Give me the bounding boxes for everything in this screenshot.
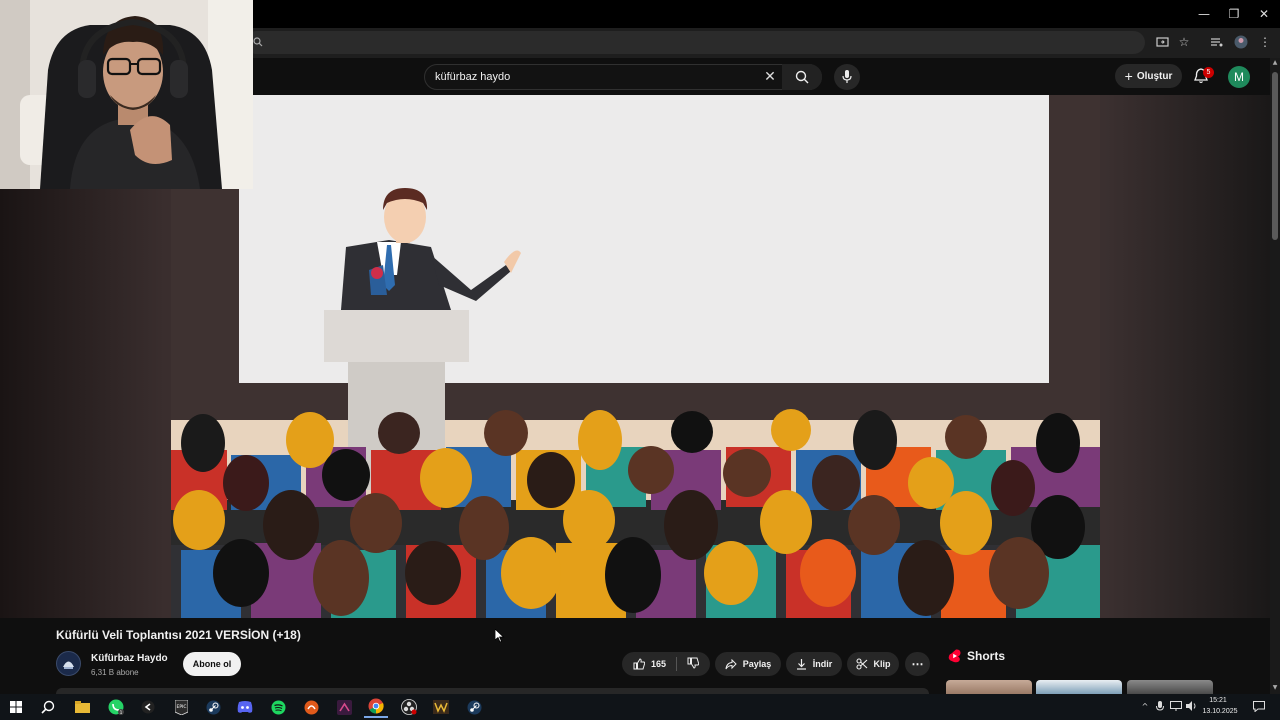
notification-badge: 5 bbox=[1203, 67, 1214, 78]
profile-icon[interactable] bbox=[1233, 34, 1249, 50]
obs-icon[interactable] bbox=[397, 696, 421, 718]
more-actions-button[interactable]: ⋯ bbox=[905, 652, 930, 676]
search-input[interactable] bbox=[425, 71, 745, 83]
shorts-label: Shorts bbox=[967, 649, 1006, 663]
game-app-icon[interactable] bbox=[136, 696, 160, 718]
scissors-icon bbox=[855, 658, 867, 670]
file-explorer-icon[interactable] bbox=[70, 696, 94, 718]
search-button[interactable] bbox=[782, 64, 822, 90]
network-icon[interactable] bbox=[1170, 700, 1182, 712]
channel-avatar[interactable] bbox=[56, 651, 81, 676]
download-button[interactable]: İndir bbox=[786, 652, 842, 676]
address-bar[interactable] bbox=[245, 31, 1145, 54]
plus-icon: + bbox=[1124, 68, 1133, 84]
clock-date[interactable]: 13.10.2025 bbox=[1200, 708, 1240, 715]
share-label: Paylaş bbox=[742, 659, 772, 669]
short-thumbnail[interactable] bbox=[1036, 680, 1122, 694]
clock-time[interactable]: 15:21 bbox=[1200, 697, 1236, 704]
podium-top bbox=[324, 310, 469, 362]
microphone-icon bbox=[842, 70, 852, 83]
more-icon: ⋯ bbox=[911, 657, 924, 671]
scroll-up-icon[interactable]: ▲ bbox=[1271, 59, 1279, 67]
short-thumbnail[interactable] bbox=[1127, 680, 1213, 694]
tray-chevron-icon[interactable]: ^ bbox=[1139, 700, 1151, 712]
chrome-icon[interactable] bbox=[364, 696, 388, 718]
create-button[interactable]: + Oluştur bbox=[1115, 64, 1182, 88]
game-launcher-icon[interactable] bbox=[299, 696, 323, 718]
mouse-cursor-icon bbox=[495, 629, 505, 643]
windows-start-icon[interactable] bbox=[4, 696, 28, 718]
video-frame[interactable] bbox=[171, 95, 1100, 618]
scroll-down-icon[interactable]: ▼ bbox=[1271, 684, 1279, 692]
restore-button[interactable]: ❐ bbox=[1219, 0, 1249, 28]
clip-button[interactable]: Klip bbox=[847, 652, 899, 676]
subscribe-button[interactable]: Abone ol bbox=[183, 652, 241, 676]
scrollbar-thumb[interactable] bbox=[1272, 72, 1278, 240]
thumbs-up-icon bbox=[633, 658, 645, 670]
steam-icon-2[interactable] bbox=[462, 696, 486, 718]
media-app-icon[interactable] bbox=[332, 696, 356, 718]
thumbs-down-icon bbox=[687, 657, 700, 669]
create-label: Oluştur bbox=[1136, 70, 1173, 82]
svg-text:EPIC: EPIC bbox=[176, 704, 186, 710]
discord-icon[interactable] bbox=[233, 696, 257, 718]
shorts-header: Shorts bbox=[948, 649, 1005, 663]
notification-center-icon[interactable] bbox=[1252, 699, 1266, 713]
clear-search-icon[interactable]: ✕ bbox=[762, 69, 778, 85]
divider bbox=[676, 657, 678, 671]
install-app-icon[interactable] bbox=[1154, 34, 1170, 50]
like-button[interactable]: 165 bbox=[633, 658, 666, 670]
minimize-button[interactable]: — bbox=[1189, 0, 1219, 28]
download-label: İndir bbox=[812, 659, 833, 669]
like-dislike-group: 165 bbox=[622, 652, 710, 676]
short-thumbnail[interactable] bbox=[946, 680, 1032, 694]
steam-icon[interactable] bbox=[201, 696, 225, 718]
whatsapp-icon[interactable]: 1 bbox=[104, 696, 128, 718]
spotify-icon[interactable] bbox=[266, 696, 290, 718]
media-control-icon[interactable] bbox=[1209, 34, 1225, 50]
epic-games-icon[interactable]: EPIC bbox=[169, 696, 193, 718]
bookmark-star-icon[interactable]: ☆ bbox=[1176, 34, 1192, 50]
volume-icon[interactable] bbox=[1186, 700, 1198, 712]
share-icon bbox=[725, 658, 737, 669]
voice-search-button[interactable] bbox=[834, 64, 860, 90]
webcam-overlay bbox=[0, 0, 253, 189]
tray-microphone-icon[interactable] bbox=[1154, 700, 1166, 712]
taskbar-search-icon[interactable] bbox=[36, 696, 60, 718]
share-button[interactable]: Paylaş bbox=[715, 652, 781, 676]
browser-menu-icon[interactable]: ⋮ bbox=[1257, 34, 1273, 50]
video-title: Küfürlü Veli Toplantısı 2021 VERSİON (+1… bbox=[56, 628, 301, 642]
download-icon bbox=[796, 659, 806, 670]
game-icon[interactable] bbox=[429, 696, 453, 718]
dislike-button[interactable] bbox=[687, 657, 700, 671]
shorts-icon bbox=[948, 649, 961, 663]
subscriber-count: 6,31 B abone bbox=[91, 668, 139, 677]
close-window-button[interactable]: ✕ bbox=[1249, 0, 1279, 28]
like-count: 165 bbox=[650, 659, 667, 669]
clip-label: Klip bbox=[873, 659, 891, 669]
svg-text:1: 1 bbox=[120, 710, 123, 715]
channel-name[interactable]: Küfürbaz Haydo bbox=[91, 653, 168, 664]
search-icon bbox=[253, 37, 263, 47]
search-icon bbox=[795, 70, 809, 84]
account-avatar[interactable]: M bbox=[1228, 66, 1250, 88]
